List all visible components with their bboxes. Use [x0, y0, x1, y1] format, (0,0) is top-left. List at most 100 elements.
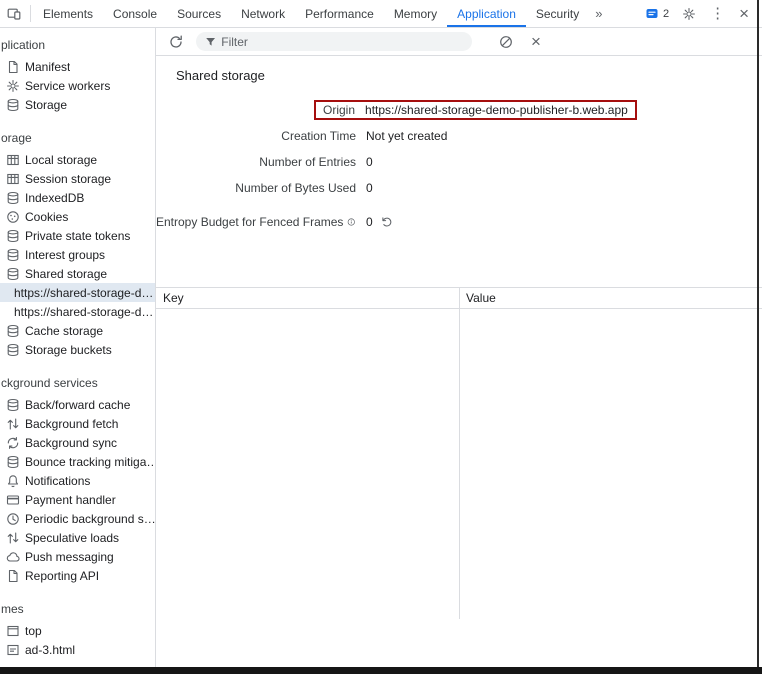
issues-count: 2 — [663, 8, 669, 20]
sidebar-item-storage-buckets[interactable]: Storage buckets — [0, 340, 155, 359]
section-header-frames: mes — [0, 597, 155, 621]
kebab-icon: ⋮ — [710, 6, 725, 21]
meta-value-bytes: 0 — [366, 181, 373, 195]
database-icon — [6, 343, 20, 357]
info-icon[interactable] — [347, 216, 356, 228]
settings-button[interactable] — [677, 7, 701, 21]
panel-tabs: Elements Console Sources Network Perform… — [33, 0, 608, 27]
meta-label-entropy-text: Entropy Budget for Fenced Frames — [156, 215, 343, 229]
meta-label-entropy: Entropy Budget for Fenced Frames — [156, 215, 356, 229]
section-header-background-services: ckground services — [0, 371, 155, 395]
sidebar-item-manifest[interactable]: Manifest — [0, 57, 155, 76]
filter-input[interactable] — [221, 35, 463, 49]
item-label: Payment handler — [25, 493, 116, 507]
gear-icon — [682, 7, 696, 21]
frame-icon — [6, 624, 20, 638]
sidebar-item-cache-storage[interactable]: Cache storage — [0, 321, 155, 340]
meta-label-creation-time: Creation Time — [156, 129, 356, 143]
sidebar-item-local-storage[interactable]: Local storage — [0, 150, 155, 169]
database-icon — [6, 191, 20, 205]
meta-label-entries: Number of Entries — [156, 155, 356, 169]
item-label: Background fetch — [25, 417, 118, 431]
cookie-icon — [6, 210, 20, 224]
sidebar-item-speculative-loads[interactable]: Speculative loads — [0, 528, 155, 547]
reset-budget-button[interactable] — [379, 216, 395, 228]
sidebar-item-service-workers[interactable]: Service workers — [0, 76, 155, 95]
sidebar-item-payment-handler[interactable]: Payment handler — [0, 490, 155, 509]
cloud-icon — [6, 550, 20, 564]
sidebar-item-push-messaging[interactable]: Push messaging — [0, 547, 155, 566]
bell-icon — [6, 474, 20, 488]
sidebar-item-session-storage[interactable]: Session storage — [0, 169, 155, 188]
meta-value-entropy: 0 — [366, 215, 373, 229]
database-icon — [6, 398, 20, 412]
sidebar-item-shared-storage[interactable]: Shared storage — [0, 264, 155, 283]
sidebar-item-frame-ad3[interactable]: ad-3.html — [0, 640, 155, 659]
table-body-empty[interactable] — [156, 309, 762, 620]
sidebar-item-private-state-tokens[interactable]: Private state tokens — [0, 226, 155, 245]
more-tabs-button[interactable]: » — [589, 0, 608, 27]
refresh-icon — [169, 35, 183, 49]
close-filter-button[interactable]: × — [526, 33, 546, 50]
item-label: Manifest — [25, 60, 70, 74]
close-devtools-button[interactable]: × — [734, 5, 754, 22]
sidebar-item-indexeddb[interactable]: IndexedDB — [0, 188, 155, 207]
clear-all-button[interactable] — [494, 35, 518, 49]
toggle-device-toolbar-button[interactable] — [0, 0, 28, 27]
sidebar-item-bounce-tracking-mitigations[interactable]: Bounce tracking mitiga… — [0, 452, 155, 471]
section-header-application: plication — [0, 33, 155, 57]
database-icon — [6, 324, 20, 338]
issues-counter-button[interactable]: 2 — [641, 7, 673, 21]
ad-frame-icon — [6, 643, 20, 657]
sidebar-item-storage[interactable]: Storage — [0, 95, 155, 114]
sidebar-item-interest-groups[interactable]: Interest groups — [0, 245, 155, 264]
sidebar-item-reporting-api[interactable]: Reporting API — [0, 566, 155, 585]
item-label: Service workers — [25, 79, 110, 93]
refresh-button[interactable] — [164, 35, 188, 49]
window-bottom-edge — [0, 667, 762, 674]
issues-icon — [645, 7, 659, 21]
tab-application[interactable]: Application — [447, 0, 526, 27]
tab-network[interactable]: Network — [231, 0, 295, 27]
table-icon — [6, 172, 20, 186]
metadata-report: Origin https://shared-storage-demo-publi… — [156, 97, 762, 235]
item-label: Reporting API — [25, 569, 99, 583]
devtools-body: plication Manifest Service workers Stora… — [0, 28, 762, 674]
sidebar-item-notifications[interactable]: Notifications — [0, 471, 155, 490]
database-icon — [6, 267, 20, 281]
item-label: Storage — [25, 98, 67, 112]
meta-row-creation-time: Creation Time Not yet created — [156, 123, 762, 149]
item-label: Storage buckets — [25, 343, 112, 357]
sidebar-subitem-shared-storage-origin-1[interactable]: https://shared-storage-d… — [0, 283, 155, 302]
column-header-value[interactable]: Value — [459, 288, 762, 308]
sidebar-item-background-fetch[interactable]: Background fetch — [0, 414, 155, 433]
sidebar-item-back-forward-cache[interactable]: Back/forward cache — [0, 395, 155, 414]
service-worker-gear-icon — [6, 79, 20, 93]
sync-arrows-icon — [6, 436, 20, 450]
reset-icon — [381, 216, 393, 228]
sidebar-item-cookies[interactable]: Cookies — [0, 207, 155, 226]
device-toolbar-icon — [7, 7, 21, 21]
meta-value-origin: https://shared-storage-demo-publisher-b.… — [365, 103, 628, 117]
menu-button[interactable]: ⋮ — [705, 6, 730, 21]
tab-sources[interactable]: Sources — [167, 0, 231, 27]
tab-memory[interactable]: Memory — [384, 0, 447, 27]
tab-security[interactable]: Security — [526, 0, 589, 27]
item-label: IndexedDB — [25, 191, 84, 205]
origin-highlight-box: Origin https://shared-storage-demo-publi… — [314, 100, 637, 120]
tab-console[interactable]: Console — [103, 0, 167, 27]
sidebar-item-periodic-background-sync[interactable]: Periodic background s… — [0, 509, 155, 528]
sidebar-item-frame-top[interactable]: top — [0, 621, 155, 640]
sidebar-subitem-shared-storage-origin-2[interactable]: https://shared-storage-d… — [0, 302, 155, 321]
item-label: Background sync — [25, 436, 117, 450]
block-icon — [499, 35, 513, 49]
item-label: Bounce tracking mitiga… — [25, 455, 155, 469]
sidebar-item-background-sync[interactable]: Background sync — [0, 433, 155, 452]
section-storage: orage Local storage Session storage Inde… — [0, 126, 155, 359]
devtools-window: Elements Console Sources Network Perform… — [0, 0, 762, 674]
tab-performance[interactable]: Performance — [295, 0, 384, 27]
item-label: Interest groups — [25, 248, 105, 262]
column-header-key[interactable]: Key — [156, 288, 459, 308]
up-down-arrows-icon — [6, 417, 20, 431]
tab-elements[interactable]: Elements — [33, 0, 103, 27]
